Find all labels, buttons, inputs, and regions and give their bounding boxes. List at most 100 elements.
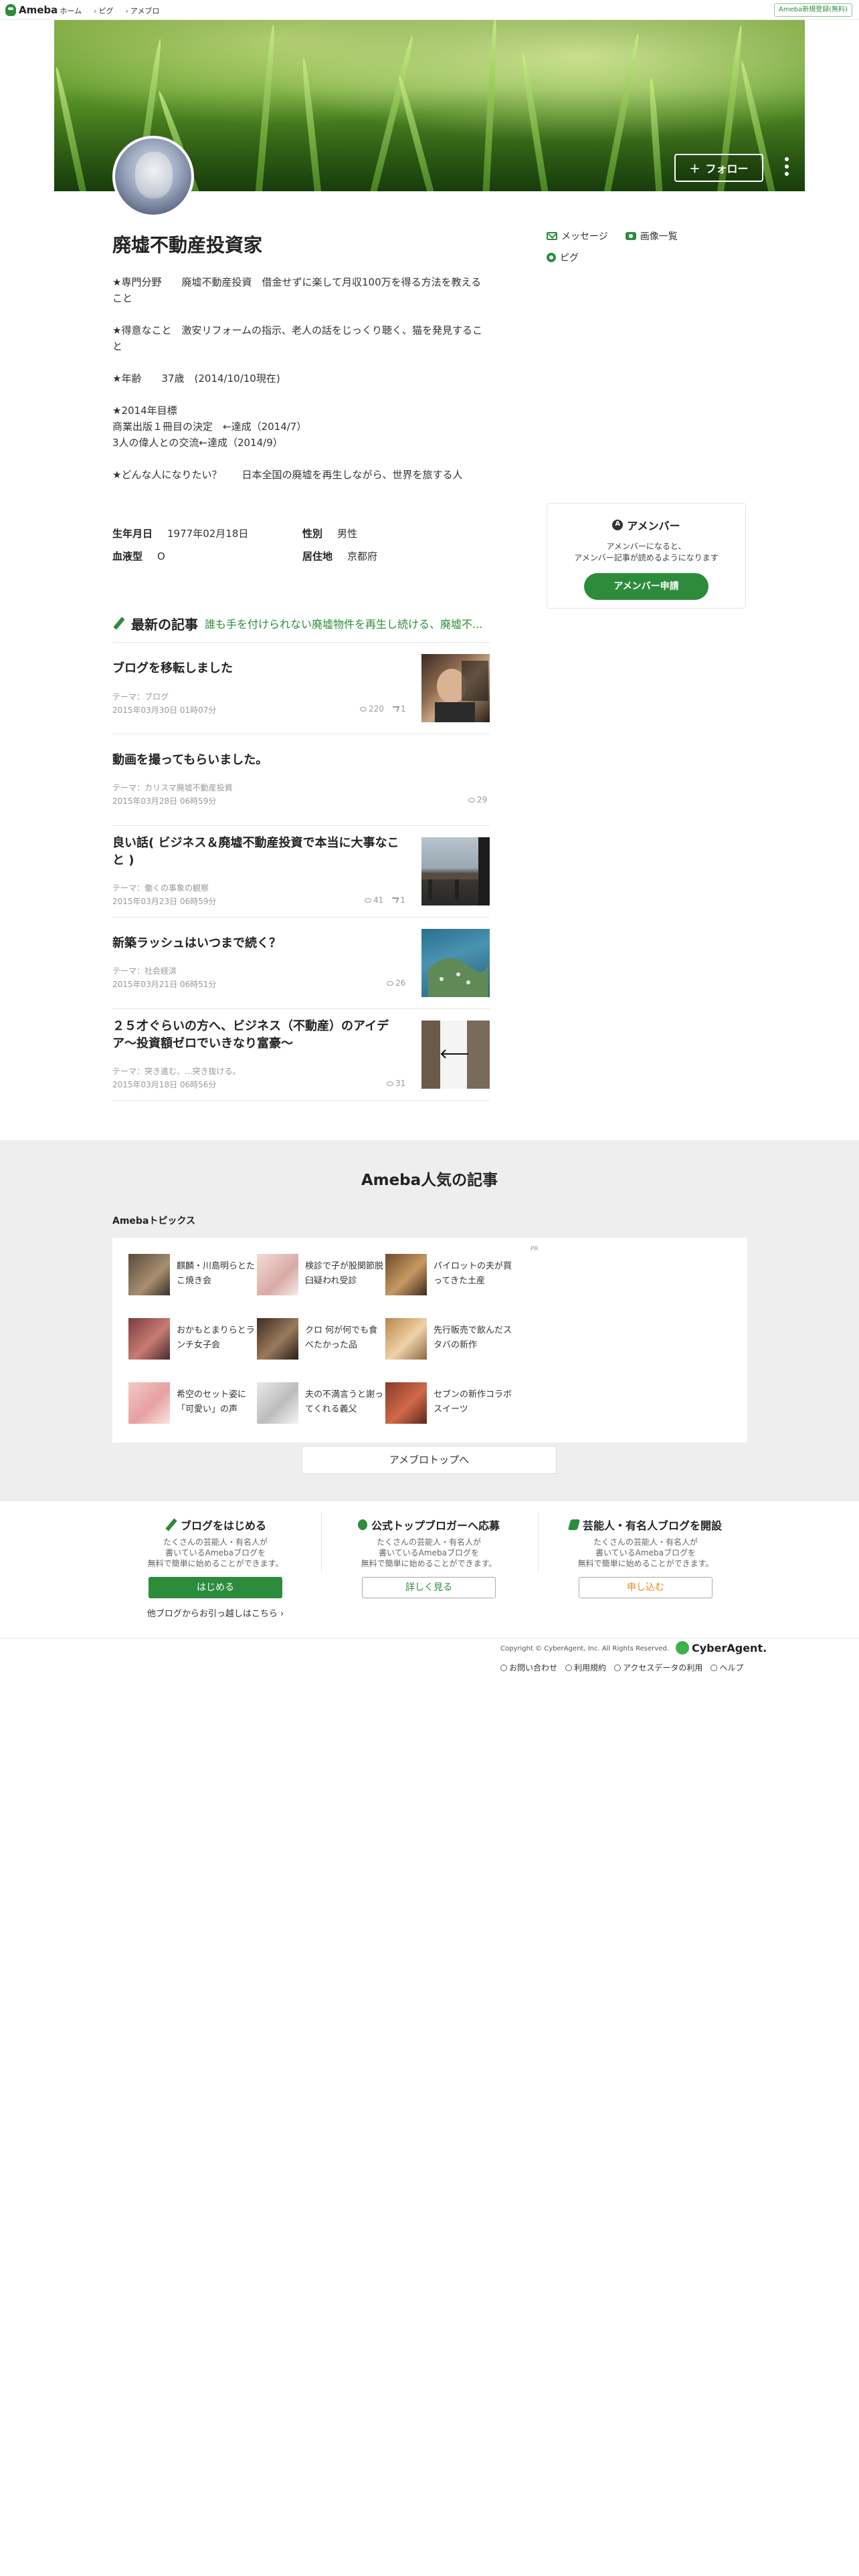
article-title[interactable]: 動画を撮ってもらいました。 [112, 752, 487, 769]
article-theme[interactable]: テーマ：社会経済 [112, 965, 177, 976]
topic-item[interactable]: おかもとまりらとランチ女子会 [128, 1318, 256, 1360]
footer-link-contact[interactable]: お問い合わせ [500, 1662, 557, 1673]
topic-item[interactable]: 検診で子が股関節脱臼疑われ受診 [257, 1254, 384, 1295]
amember-box: アメンバー アメンバーになると、 アメンバー記事が読めるようになります アメンバ… [547, 503, 746, 609]
cta-top-blogger: 公式トップブロガーへ応募 たくさんの芸能人・有名人が 書いているAmebaブログ… [322, 1517, 536, 1598]
article-thumbnail[interactable] [421, 654, 490, 722]
fact-gender: 性別 男性 [302, 526, 357, 540]
topic-title: 希空のセット姿に「可愛い」の声 [177, 1390, 247, 1414]
topic-thumbnail [257, 1254, 298, 1295]
eye-icon [387, 981, 393, 986]
profile-line: 3人の偉人との交流←達成（2014/9） [112, 437, 283, 449]
profile-line: ★得意なこと 激安リフォームの指示、老人の話をじっくり聴く、猫を発見すること [112, 324, 483, 352]
fact-residence: 居住地 京都府 [302, 549, 377, 563]
ameba-logo[interactable]: Ameba [5, 3, 58, 17]
article-stats: 220 1 [360, 704, 406, 714]
blog-subtitle-link[interactable]: 誰も手を付けられない廃墟物件を再生し続ける、廃墟不... [205, 615, 482, 631]
cta-desc-line: 無料で簡単に始めることができます。 [577, 1559, 714, 1568]
topic-item[interactable]: 先行販売で飲んだスタバの新作 [385, 1318, 512, 1360]
nav-pigg[interactable]: › ピグ [94, 5, 113, 16]
article-item[interactable]: ブログを移転しました テーマ：ブログ 2015年03月30日 01時07分 22… [112, 643, 490, 734]
migrate-link[interactable]: 他ブログからお引っ越しはこちら › [108, 1606, 322, 1619]
pen-icon [165, 1519, 177, 1531]
view-count-value: 26 [395, 978, 406, 988]
follow-label: フォロー [705, 163, 749, 175]
grass-blade [519, 51, 549, 191]
grass-blade [54, 66, 88, 191]
grass-blade [648, 78, 663, 191]
fact-value: O [157, 550, 165, 562]
view-count-value: 31 [395, 1079, 406, 1088]
fact-value: 男性 [337, 528, 358, 540]
fact-label: 血液型 [112, 550, 143, 562]
topic-title: セブンの新作コラボスイーツ [434, 1390, 512, 1414]
cta-title: ブログをはじめる [108, 1517, 322, 1533]
topic-item[interactable]: パイロットの夫が買ってきた土産 [385, 1254, 512, 1295]
profile-line: ★2014年目標 [112, 405, 177, 417]
topic-item[interactable]: セブンの新作コラボスイーツ [385, 1382, 512, 1424]
article-item[interactable]: 新築ラッシュはいつまで続く？ テーマ：社会経済 2015年03月21日 06時5… [112, 918, 490, 1009]
view-count-value: 41 [373, 895, 384, 905]
article-date: 2015年03月18日 06時56分 [112, 1080, 217, 1089]
article-title[interactable]: ブログを移転しました [112, 660, 407, 677]
chevron-right-icon: › [55, 7, 58, 15]
topic-thumbnail [257, 1318, 298, 1360]
article-theme[interactable]: テーマ：突き進む、...突き抜ける。 [112, 1065, 240, 1077]
footer-links: お問い合わせ 利用規約 アクセスデータの利用 ヘルプ [500, 1662, 743, 1673]
link-icon [500, 1665, 507, 1671]
eye-icon [365, 898, 371, 903]
topic-item[interactable]: 希空のセット姿に「可愛い」の声 [128, 1382, 256, 1424]
article-item[interactable]: ２５才ぐらいの方へ、ビジネス（不動産）のアイデア〜投資額ゼロでいきなり富豪〜 テ… [112, 1009, 490, 1101]
amember-apply-button[interactable]: アメンバー申請 [584, 573, 708, 600]
side-row: メッセージ 画像一覧 [547, 229, 747, 243]
article-thumbnail[interactable] [421, 929, 490, 997]
article-title[interactable]: 新築ラッシュはいつまで続く？ [112, 935, 407, 952]
apply-button[interactable]: 申し込む [579, 1577, 712, 1598]
nav-ameblo[interactable]: › アメブロ [125, 5, 159, 16]
profile-description: ★専門分野 廃墟不動産投資 借金せずに楽して月収100万を得る方法を教えること … [112, 274, 490, 483]
grass-blade [395, 74, 436, 191]
view-count: 29 [468, 795, 487, 804]
avatar[interactable] [112, 136, 194, 217]
topic-item[interactable]: クロ 何が何でも食べたかった品 [257, 1318, 384, 1360]
footer-link-help[interactable]: ヘルプ [710, 1662, 743, 1673]
more-menu-icon[interactable] [783, 157, 790, 176]
message-link[interactable]: メッセージ [547, 229, 608, 243]
follow-button[interactable]: ＋ フォロー [674, 154, 763, 182]
thumbnail-image [421, 837, 490, 905]
article-thumbnail[interactable] [421, 1021, 490, 1089]
cyberagent-logo[interactable]: CyberAgent. [676, 1641, 767, 1654]
amember-desc-line: アメンバーになると、 [606, 542, 686, 551]
article-title[interactable]: 良い話( ビジネス＆廃墟不動産投資で本当に大事なこと ) [112, 835, 407, 869]
pigg-link[interactable]: ピグ [547, 251, 579, 264]
topic-item[interactable]: 夫の不満言うと謝ってくれる義父 [257, 1382, 384, 1424]
topic-item[interactable]: 麒麟・川島明らとたこ焼き会 [128, 1254, 256, 1295]
article-item[interactable]: 良い話( ビジネス＆廃墟不動産投資で本当に大事なこと ) テーマ：働くの事象の観… [112, 826, 490, 918]
article-item[interactable]: 動画を撮ってもらいました。 テーマ：カリスマ廃墟不動産投資 2015年03月28… [112, 734, 490, 826]
ameblo-top-button[interactable]: アメブロトップへ [302, 1446, 557, 1474]
article-theme[interactable]: テーマ：ブログ [112, 691, 169, 702]
thumbnail-image [435, 661, 488, 722]
nav-home[interactable]: › ホーム [55, 5, 82, 16]
reblog-count-value: 1 [400, 895, 405, 905]
fact-label: 性別 [302, 528, 323, 540]
article-theme[interactable]: テーマ：カリスマ廃墟不動産投資 [112, 782, 233, 793]
article-theme[interactable]: テーマ：働くの事象の観察 [112, 882, 209, 893]
reblog-count-value: 1 [400, 704, 406, 714]
cta-desc-line: 無料で簡単に始めることができます。 [147, 1559, 284, 1568]
signup-button[interactable]: Ameba新規登録(無料) [773, 3, 852, 17]
profile-line [112, 306, 490, 322]
ameba-logo-text: Ameba [19, 4, 58, 16]
images-link[interactable]: 画像一覧 [625, 229, 678, 243]
side-actions: メッセージ 画像一覧 ピグ [547, 229, 747, 272]
details-button[interactable]: 詳しく見る [362, 1577, 496, 1598]
cta-start-blog: ブログをはじめる たくさんの芸能人・有名人が 書いているAmebaブログを 無料… [108, 1517, 322, 1619]
footer-link-terms[interactable]: 利用規約 [565, 1662, 606, 1673]
footer-link-access-data[interactable]: アクセスデータの利用 [614, 1662, 702, 1673]
cta-desc-line: たくさんの芸能人・有名人が [593, 1537, 698, 1547]
article-thumbnail[interactable] [421, 837, 490, 905]
blog-title[interactable]: 廃墟不動産投資家 [112, 231, 262, 257]
profile-line: ★年齢 37歳 (2014/10/10現在) [112, 372, 280, 385]
article-title[interactable]: ２５才ぐらいの方へ、ビジネス（不動産）のアイデア〜投資額ゼロでいきなり富豪〜 [112, 1018, 407, 1053]
start-blog-button[interactable]: はじめる [149, 1577, 282, 1598]
